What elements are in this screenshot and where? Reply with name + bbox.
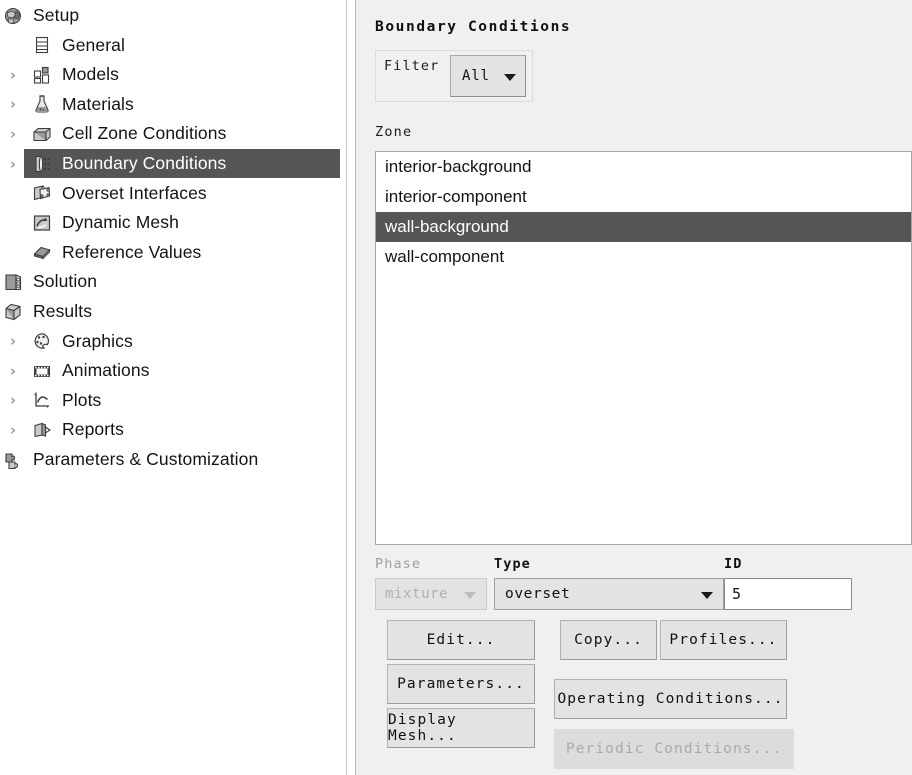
phase-selected-value: mixture: [385, 586, 449, 602]
tree-item-plots[interactable]: › Plots: [0, 386, 341, 415]
expand-arrow-icon[interactable]: ›: [5, 96, 21, 112]
profiles-button[interactable]: Profiles...: [660, 620, 787, 660]
parameters-icon: [3, 450, 23, 470]
tree-item-label: Boundary Conditions: [62, 153, 227, 173]
tree-item-label: Parameters & Customization: [33, 449, 259, 469]
tree-item-reports[interactable]: › Reports: [0, 415, 341, 444]
graphics-icon: [32, 331, 52, 351]
reference-values-icon: [32, 242, 52, 262]
tree-item-solution[interactable]: Solution: [0, 267, 341, 296]
tree-item-label: General: [62, 34, 125, 55]
tree-item-label: Reference Values: [62, 241, 202, 262]
zone-label: Zone: [375, 124, 413, 140]
chevron-down-icon: [464, 592, 476, 599]
tree-item-label: Dynamic Mesh: [62, 212, 179, 233]
phase-dropdown: mixture: [375, 578, 487, 610]
tree-item-label: Reports: [62, 419, 124, 440]
filter-group: Filter All: [375, 50, 533, 102]
type-selected-value: overset: [505, 586, 571, 602]
type-dropdown[interactable]: overset: [494, 578, 724, 610]
results-icon: [3, 302, 23, 322]
expand-arrow-icon[interactable]: ›: [5, 363, 21, 379]
id-input[interactable]: 5: [724, 578, 852, 610]
tree-item-label: Materials: [62, 93, 134, 114]
setup-icon: [3, 6, 23, 26]
parameters-button[interactable]: Parameters...: [387, 664, 535, 704]
solution-icon: [3, 272, 23, 292]
outline-tree[interactable]: Setup General › Models › Materials › Cel…: [0, 0, 341, 775]
expand-arrow-icon[interactable]: ›: [5, 126, 21, 142]
type-label: Type: [494, 556, 531, 572]
chevron-down-icon: [504, 74, 516, 81]
filter-label: Filter: [384, 58, 440, 74]
tree-item-label: Plots: [62, 389, 102, 410]
display-mesh-button[interactable]: Display Mesh...: [387, 708, 535, 748]
zone-list-item[interactable]: wall-component: [376, 242, 911, 272]
zone-list-item[interactable]: wall-background: [376, 212, 911, 242]
phase-label: Phase: [375, 556, 422, 572]
tree-item-graphics[interactable]: › Graphics: [0, 327, 341, 356]
models-icon: [32, 65, 52, 85]
tree-item-label: Results: [33, 301, 93, 321]
periodic-conditions-button: Periodic Conditions...: [554, 729, 794, 769]
tree-item-cell-zone-conditions[interactable]: › Cell Zone Conditions: [0, 119, 341, 148]
zone-list-item[interactable]: interior-background: [376, 152, 911, 182]
edit-button[interactable]: Edit...: [387, 620, 535, 660]
animations-icon: [32, 361, 52, 381]
expand-arrow-icon[interactable]: ›: [5, 422, 21, 438]
tree-item-label: Solution: [33, 271, 98, 292]
id-value: 5: [732, 585, 742, 603]
boundary-conditions-panel: Boundary Conditions Filter All Zone inte…: [356, 0, 912, 775]
expand-arrow-icon[interactable]: ›: [5, 156, 21, 172]
cell-zone-conditions-icon: [32, 124, 52, 144]
tree-item-dynamic-mesh[interactable]: Dynamic Mesh: [0, 208, 341, 237]
plots-icon: [32, 390, 52, 410]
overset-interfaces-icon: [32, 183, 52, 203]
materials-icon: [32, 94, 52, 114]
id-label: ID: [724, 556, 743, 572]
tree-item-animations[interactable]: › Animations: [0, 356, 341, 385]
copy-button[interactable]: Copy...: [560, 620, 657, 660]
tree-item-boundary-conditions[interactable]: › Boundary Conditions: [0, 149, 341, 178]
zone-list-item[interactable]: interior-component: [376, 182, 911, 212]
tree-item-parameters-customization[interactable]: Parameters & Customization: [0, 445, 341, 474]
dynamic-mesh-icon: [32, 213, 52, 233]
operating-conditions-button[interactable]: Operating Conditions...: [554, 679, 787, 719]
tree-item-label: Overset Interfaces: [62, 182, 207, 203]
tree-item-reference-values[interactable]: Reference Values: [0, 238, 341, 267]
chevron-down-icon: [701, 592, 713, 599]
fluent-boundary-conditions-screen: Setup General › Models › Materials › Cel…: [0, 0, 912, 775]
tree-item-overset-interfaces[interactable]: Overset Interfaces: [0, 179, 341, 208]
tree-item-label: Graphics: [62, 330, 133, 351]
filter-selected-value: All: [462, 68, 490, 84]
tree-item-models[interactable]: › Models: [0, 60, 341, 89]
tree-item-materials[interactable]: › Materials: [0, 90, 341, 119]
tree-item-setup[interactable]: Setup: [0, 1, 341, 30]
expand-arrow-icon[interactable]: ›: [5, 392, 21, 408]
tree-item-label: Setup: [33, 5, 80, 25]
tree-item-label: Cell Zone Conditions: [62, 123, 227, 144]
splitter-line-1: [346, 0, 347, 775]
filter-dropdown[interactable]: All: [450, 55, 526, 97]
tree-item-results[interactable]: Results: [0, 297, 341, 326]
expand-arrow-icon[interactable]: ›: [5, 67, 21, 83]
tree-item-general[interactable]: General: [0, 31, 341, 60]
general-icon: [32, 35, 52, 55]
tree-item-label: Animations: [62, 360, 150, 381]
reports-icon: [32, 420, 52, 440]
boundary-conditions-icon: [32, 154, 52, 174]
expand-arrow-icon[interactable]: ›: [5, 333, 21, 349]
tree-item-label: Models: [62, 64, 120, 85]
zone-list[interactable]: interior-background interior-component wal…: [375, 151, 912, 545]
page-title: Boundary Conditions: [375, 19, 572, 35]
